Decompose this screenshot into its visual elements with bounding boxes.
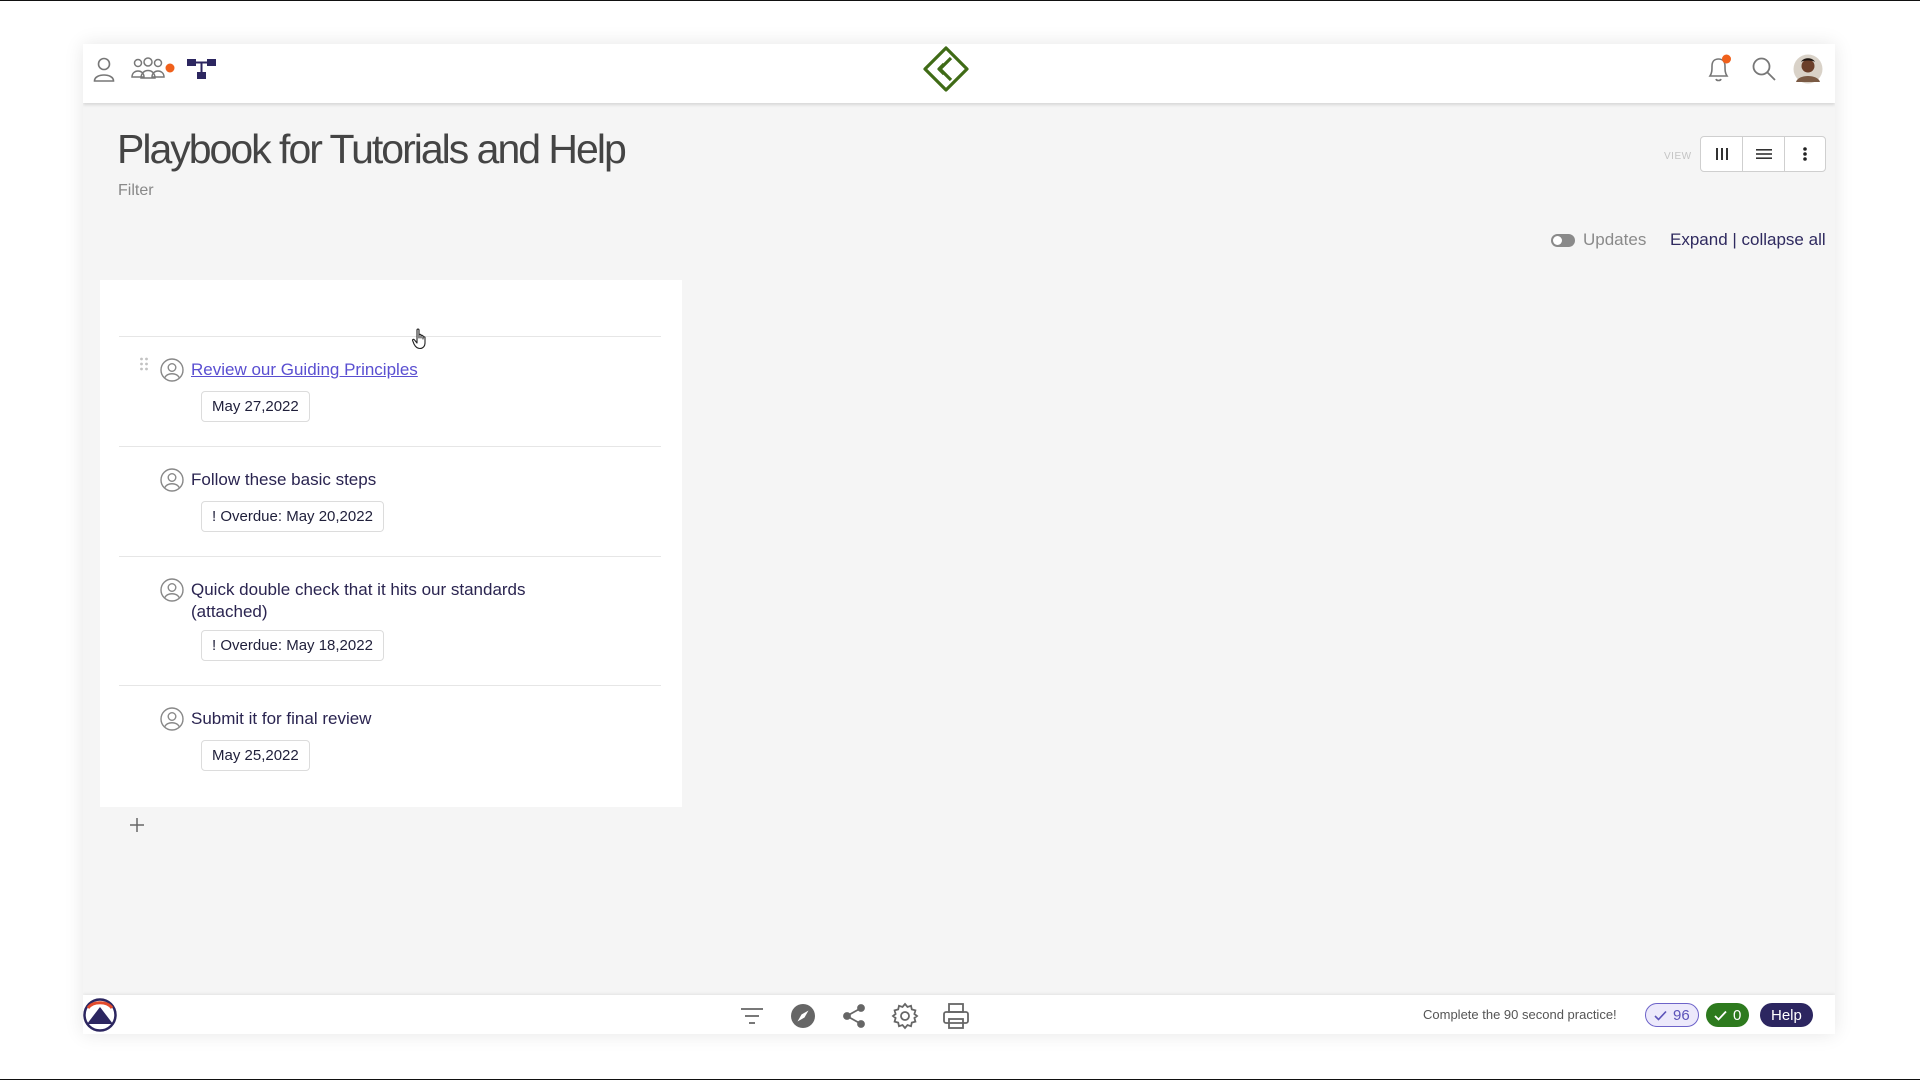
practice-prompt[interactable]: Complete the 90 second practice! <box>1423 1007 1617 1022</box>
task-panel: Review our Guiding Principles May 27,202… <box>100 280 682 832</box>
filter-icon[interactable] <box>737 1001 767 1031</box>
print-icon[interactable] <box>941 1001 971 1031</box>
updates-toggle[interactable]: Updates <box>1551 230 1646 250</box>
gear-icon[interactable] <box>890 1001 920 1031</box>
bottom-bar: Complete the 90 second practice! 96 0 He… <box>83 995 1835 1034</box>
task-name[interactable]: Review our Guiding Principles <box>191 359 418 381</box>
bell-icon[interactable] <box>1705 52 1733 86</box>
filter-link[interactable]: Filter <box>118 182 154 200</box>
app-logo[interactable] <box>921 44 971 94</box>
search-icon[interactable] <box>1750 52 1778 86</box>
share-icon[interactable] <box>839 1001 869 1031</box>
task-name-line-2: (attached) <box>191 602 268 621</box>
view-label: VIEW <box>1664 151 1692 162</box>
avatar[interactable] <box>1793 52 1823 86</box>
columns-icon <box>1715 148 1728 160</box>
task-item[interactable]: Review our Guiding Principles May 27,202… <box>119 336 661 446</box>
list-icon <box>1755 149 1772 159</box>
toggle-switch[interactable] <box>1551 233 1575 247</box>
hand-cursor-icon <box>412 328 426 350</box>
compass-icon[interactable] <box>788 1001 818 1031</box>
due-date[interactable]: May 27,2022 <box>201 391 310 422</box>
task-name[interactable]: Follow these basic steps <box>191 469 376 491</box>
assignee-icon[interactable] <box>160 578 184 602</box>
expand-collapse-all[interactable]: Expand | collapse all <box>1670 230 1826 250</box>
due-date[interactable]: ! Overdue: May 20,2022 <box>201 501 384 532</box>
help-button[interactable]: Help <box>1760 1003 1813 1027</box>
columns-view-button[interactable] <box>1701 137 1743 171</box>
pending-count-badge[interactable]: 96 <box>1645 1003 1699 1027</box>
frame-top-border <box>0 0 1920 1</box>
done-count-badge[interactable]: 0 <box>1706 1003 1750 1027</box>
assignee-icon[interactable] <box>160 468 184 492</box>
done-count: 0 <box>1733 1006 1742 1024</box>
view-switcher <box>1700 136 1826 172</box>
top-bar <box>83 44 1835 103</box>
org-chart-icon[interactable] <box>186 52 218 86</box>
team-icon[interactable] <box>131 52 177 86</box>
task-name[interactable]: Quick double check that it hits our stan… <box>191 579 526 623</box>
assignee-icon[interactable] <box>160 707 184 731</box>
check-icon <box>1714 1010 1727 1021</box>
more-options-button[interactable] <box>1785 137 1825 171</box>
drag-handle-icon[interactable] <box>139 357 149 371</box>
task-item[interactable]: Follow these basic steps ! Overdue: May … <box>119 446 661 556</box>
app-window: Playbook for Tutorials and Help Filter V… <box>83 44 1835 1034</box>
task-item[interactable]: Submit it for final review May 25,2022 <box>119 685 661 795</box>
more-vertical-icon <box>1803 147 1807 161</box>
person-icon[interactable] <box>91 52 117 86</box>
task-name-line-1: Quick double check that it hits our stan… <box>191 580 526 599</box>
task-name[interactable]: Submit it for final review <box>191 708 371 730</box>
list-view-button[interactable] <box>1743 137 1785 171</box>
updates-label: Updates <box>1583 230 1647 249</box>
due-date[interactable]: ! Overdue: May 18,2022 <box>201 630 384 661</box>
task-item[interactable]: Quick double check that it hits our stan… <box>119 556 661 685</box>
brand-logo-icon[interactable] <box>83 998 117 1032</box>
check-icon <box>1654 1010 1667 1021</box>
due-date[interactable]: May 25,2022 <box>201 740 310 771</box>
assignee-icon[interactable] <box>160 358 184 382</box>
add-task-icon[interactable] <box>129 817 145 833</box>
page-title: Playbook for Tutorials and Help <box>117 126 627 172</box>
pending-count: 96 <box>1673 1006 1690 1024</box>
